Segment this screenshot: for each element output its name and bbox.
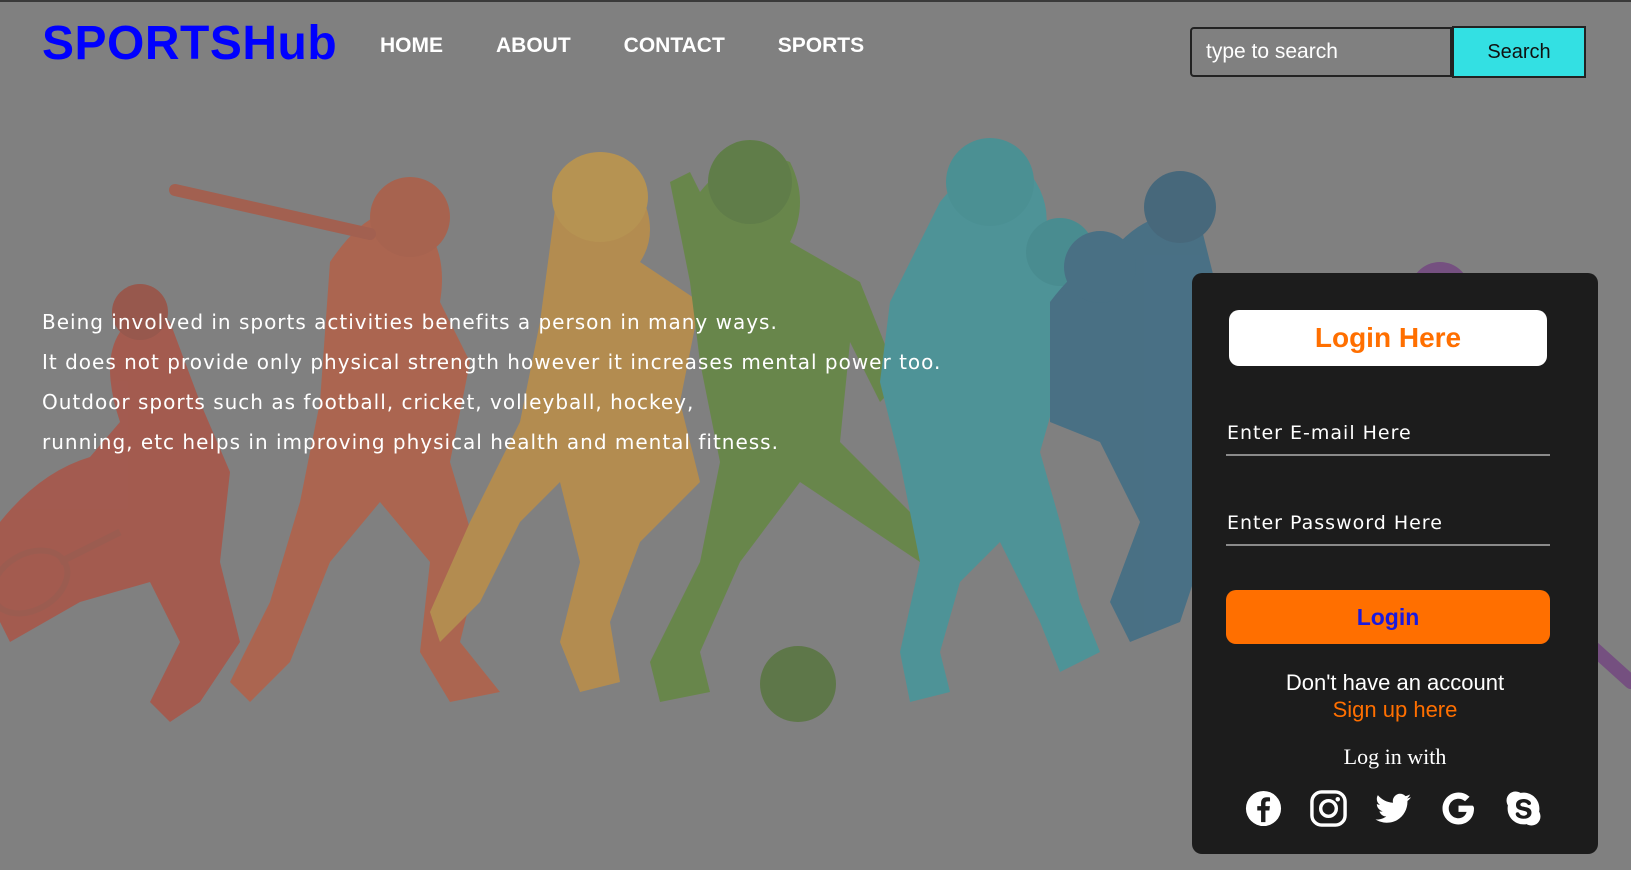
facebook-icon[interactable] [1244, 789, 1283, 828]
nav-sports-link[interactable]: SPORTS [778, 34, 864, 58]
main-nav: HOME ABOUT CONTACT SPORTS [380, 34, 917, 58]
search-form: Search [1190, 26, 1586, 78]
social-login-icons [1244, 789, 1543, 828]
password-field[interactable] [1226, 502, 1550, 546]
no-account-text: Don't have an account [1285, 670, 1505, 695]
instagram-icon[interactable] [1309, 789, 1348, 828]
login-title: Login Here [1229, 310, 1547, 366]
nav-contact-link[interactable]: CONTACT [624, 34, 725, 58]
intro-text: Being involved in sports activities bene… [42, 302, 941, 462]
twitter-icon[interactable] [1374, 789, 1413, 828]
intro-line: running, etc helps in improving physical… [42, 430, 779, 454]
site-logo[interactable]: SPORTSHub [42, 16, 337, 71]
nav-about-link[interactable]: ABOUT [496, 34, 571, 58]
search-input[interactable] [1190, 27, 1452, 77]
email-field[interactable] [1226, 412, 1550, 456]
skype-icon[interactable] [1504, 789, 1543, 828]
signup-link[interactable]: Sign up here [1192, 697, 1598, 723]
login-with-text: Log in with [1343, 744, 1447, 769]
google-icon[interactable] [1439, 789, 1478, 828]
nav-home-link[interactable]: HOME [380, 34, 443, 58]
intro-line: Outdoor sports such as football, cricket… [42, 390, 695, 414]
intro-line: It does not provide only physical streng… [42, 350, 942, 374]
intro-line: Being involved in sports activities bene… [42, 310, 778, 334]
login-card: Login Here Login Don't have an account S… [1192, 273, 1598, 854]
login-button[interactable]: Login [1226, 590, 1550, 644]
search-button[interactable]: Search [1452, 26, 1586, 78]
